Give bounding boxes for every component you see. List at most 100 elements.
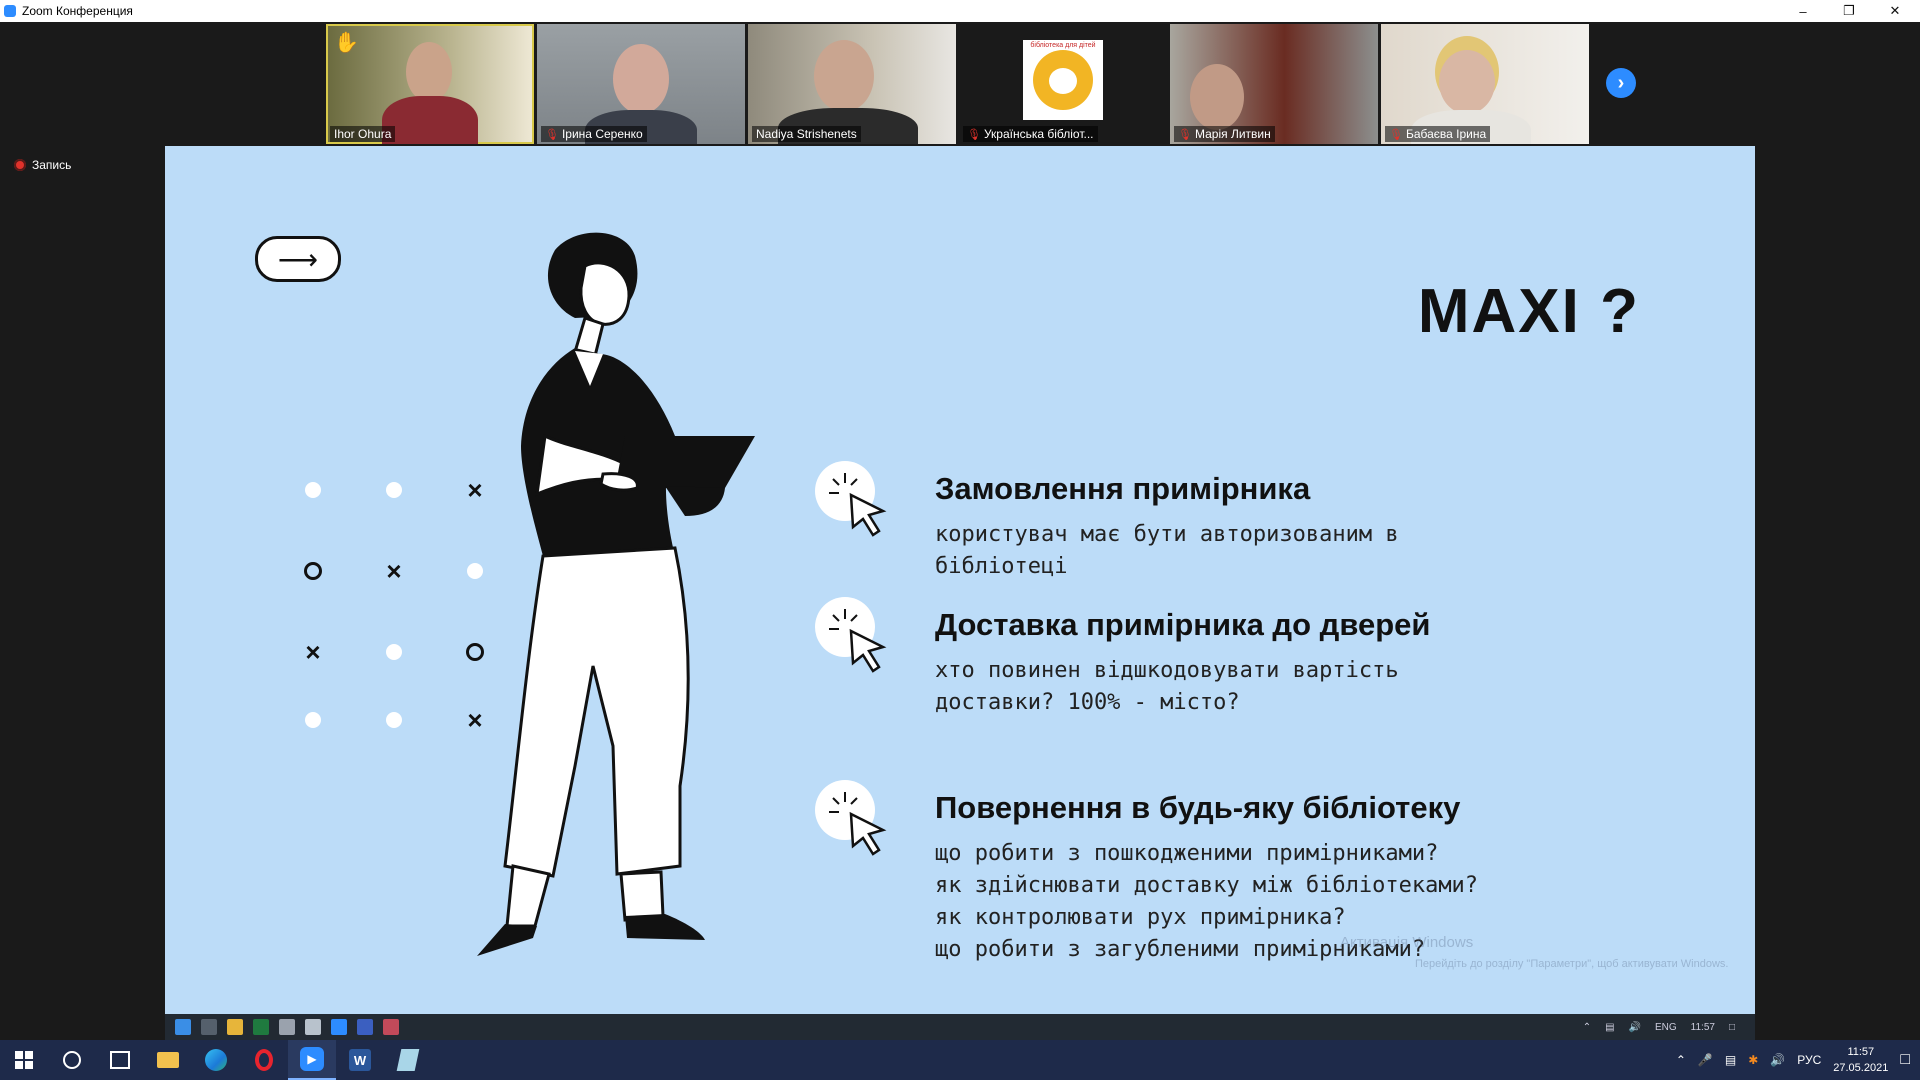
item-body: що робити з пошкодженими примірниками? я… [935,841,1479,962]
participant-tile[interactable]: 🎙 Бабаєва Ірина [1381,24,1589,144]
minimize-button[interactable]: – [1780,0,1826,22]
dot-mark [374,470,414,510]
search-circle-icon [63,1051,81,1069]
app-tray-icon[interactable]: ✱ [1748,1053,1758,1067]
cursor-click-icon [815,461,887,537]
cursor-click-icon [815,780,887,856]
word-taskbar-button[interactable]: W [336,1040,384,1080]
clock-date: 27.05.2021 [1833,1062,1889,1074]
restore-button[interactable]: ❐ [1826,0,1872,22]
participant-name: 🎙 Бабаєва Ірина [1385,126,1491,142]
notifications-icon[interactable]: □ [1900,1051,1910,1069]
chevron-up-icon[interactable]: ⌃ [1676,1053,1686,1067]
participant-name: 🎙 Українська бібліот... [963,126,1098,142]
app-icon [279,1019,295,1035]
window-title: Zoom Конференция [22,4,133,18]
opera-icon [255,1049,273,1071]
item-title: Замовлення примірника [935,471,1311,506]
raised-hand-icon: ✋ [334,32,359,54]
title-bar: Zoom Конференция – ❐ ✕ [0,0,1920,22]
windows-start-icon [175,1019,191,1035]
chevron-up-icon: ⌃ [1582,1021,1592,1033]
clock[interactable]: 11:57 27.05.2021 [1833,1044,1888,1076]
x-mark: × [386,555,402,586]
library-logo: бібліотека для дітей [1023,40,1103,120]
mic-muted-icon: 🎙 [1389,128,1403,141]
activation-watermark-title: Активація Windows [1340,934,1474,951]
item-body: користувач має бути авторизованим в бібл… [935,522,1399,579]
language-indicator: ENG [1654,1021,1677,1033]
search-icon [201,1019,217,1035]
participant-tile[interactable]: 🎙 Ірина Серенко [537,24,745,144]
edge-button[interactable] [192,1040,240,1080]
mic-muted-icon: 🎙 [1178,128,1192,141]
file-icon [305,1019,321,1035]
task-view-icon [110,1051,130,1069]
item-title: Доставка примірника до дверей [935,607,1431,642]
windows-logo-icon [15,1051,33,1069]
chevron-right-icon: › [1617,71,1625,94]
file-explorer-button[interactable] [144,1040,192,1080]
zoom-taskbar-button[interactable]: ▶ [288,1040,336,1080]
clock: 11:57 [1690,1021,1715,1033]
participant-tile[interactable]: ✋ Ihor Ohura [326,24,534,144]
volume-icon: 🔊 [1628,1021,1641,1033]
shared-screen-taskbar: ⌃ ▤ 🔊 ENG 11:57 □ [165,1014,1755,1040]
slide-item: Замовлення примірника користувач має бут… [815,461,1615,583]
notes-button[interactable] [384,1040,432,1080]
participant-name: 🎙 Марія Литвин [1174,126,1275,142]
windows-taskbar: ▶ W ⌃ 🎤 ▤ ✱ 🔊 РУС 11:57 27.05.2021 □ [0,1040,1920,1080]
arrow-right-icon: ⟶ [255,236,341,282]
slide-item: Повернення в будь-яку бібліотеку що роби… [815,780,1615,966]
close-button[interactable]: ✕ [1872,0,1918,22]
item-body: хто повинен відшкодовувати вартість дост… [935,658,1399,715]
opera-button[interactable] [240,1040,288,1080]
mic-muted-icon: 🎙 [967,128,981,141]
x-mark: × [305,636,321,667]
recording-indicator[interactable]: Запись [14,158,71,172]
network-icon: ▤ [1605,1021,1615,1033]
mic-muted-icon: 🎙 [545,128,559,141]
volume-icon[interactable]: 🔊 [1770,1053,1785,1067]
next-participants-button[interactable]: › [1606,68,1636,98]
task-view-button[interactable] [96,1040,144,1080]
excel-icon [253,1019,269,1035]
notes-icon [396,1049,420,1071]
dot-mark [374,700,414,740]
start-button[interactable] [0,1040,48,1080]
slide-heading: MAXI ? [1417,277,1640,346]
participant-tile[interactable]: 🎙 Марія Литвин [1170,24,1378,144]
edge-icon [205,1049,227,1071]
folder-icon [157,1052,179,1068]
notifications-icon: □ [1728,1021,1735,1033]
participant-name: Nadiya Strishenets [752,126,861,142]
video-strip: ✋ Ihor Ohura 🎙 Ірина Серенко Nadiya Stris… [326,24,1589,144]
zoom-video-icon: ▶ [300,1047,324,1071]
dot-mark [293,470,333,510]
activation-watermark-text: Перейдіть до розділу "Параметри", щоб ак… [1415,958,1729,970]
zoom-app-icon [4,5,16,17]
slide-item: Доставка примірника до дверей хто повине… [815,597,1615,719]
zoom-icon [331,1019,347,1035]
participant-name: 🎙 Ірина Серенко [541,126,647,142]
participant-tile[interactable]: бібліотека для дітей 🎙 Українська бібліот… [959,24,1167,144]
word-icon [357,1019,373,1035]
dot-mark [374,632,414,672]
item-title: Повернення в будь-яку бібліотеку [935,790,1461,825]
network-icon[interactable]: ▤ [1725,1053,1736,1067]
recording-label: Запись [32,158,72,172]
system-tray: ⌃ 🎤 ▤ ✱ 🔊 РУС 11:57 27.05.2021 □ [1676,1040,1920,1080]
shared-slide: ⟶ MAXI ? × × × × Замовлення примірника к… [165,146,1755,1014]
microphone-icon[interactable]: 🎤 [1698,1053,1713,1067]
search-button[interactable] [48,1040,96,1080]
participant-tile[interactable]: Nadiya Strishenets [748,24,956,144]
woman-with-laptop-illustration [477,232,755,956]
clock-time: 11:57 [1847,1046,1875,1058]
app-icon [383,1019,399,1035]
chrome-icon [227,1019,243,1035]
participant-name: Ihor Ohura [330,126,396,142]
shared-screen-tray: ⌃ ▤ 🔊 ENG 11:57 □ [1583,1014,1735,1040]
cursor-click-icon [815,597,887,673]
language-indicator[interactable]: РУС [1797,1053,1821,1067]
record-icon [14,159,26,171]
